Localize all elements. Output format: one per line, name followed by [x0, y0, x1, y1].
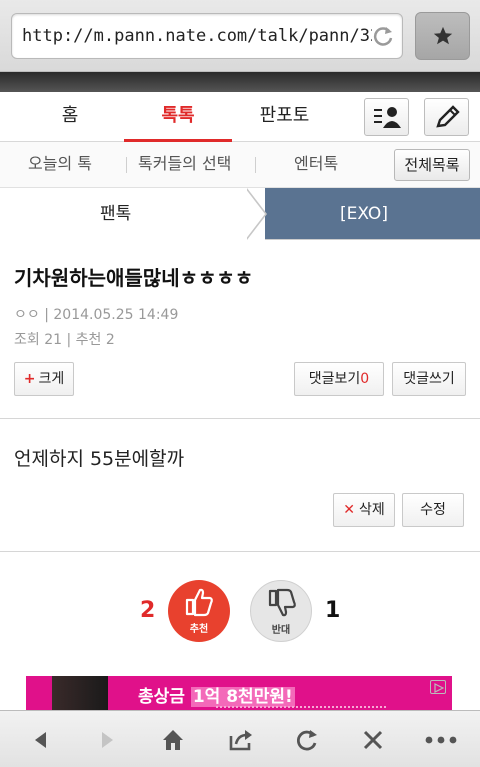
breadcrumb-arrow — [245, 188, 265, 240]
forward-icon[interactable] — [94, 727, 120, 753]
top-strip — [0, 72, 480, 92]
views-count: 21 — [44, 332, 63, 348]
recommend-count: 2 — [105, 332, 115, 348]
delete-button[interactable]: ✕ 삭제 — [333, 493, 395, 527]
divider — [255, 157, 256, 173]
main-nav: 홈 톡톡 판포토 — [0, 92, 480, 142]
url-text[interactable]: http://m.pann.nate.com/talk/pann/3227 — [22, 26, 372, 46]
comment-count: 0 — [360, 371, 370, 387]
subnav-talkers-choice[interactable]: 톡커들의 선택 — [138, 142, 231, 188]
delete-label: 삭제 — [358, 502, 385, 518]
upvote-count: 2 — [140, 598, 156, 623]
share-icon[interactable] — [228, 727, 254, 753]
divider — [0, 551, 480, 552]
subnav-enter-talk[interactable]: 엔터톡 — [294, 142, 338, 188]
ad-choices-icon[interactable] — [430, 680, 446, 694]
ad-text: 총상금 1억 8천만원! — [138, 682, 295, 707]
ad-text-highlight: 1억 8천만원! — [190, 687, 295, 707]
divider — [0, 418, 480, 419]
more-icon[interactable] — [424, 727, 458, 753]
browser-url-bar: http://m.pann.nate.com/talk/pann/3227 — [0, 0, 480, 72]
reload-icon[interactable] — [294, 727, 320, 753]
upvote-label: 추천 — [189, 624, 209, 635]
write-comment-button[interactable]: 댓글쓰기 — [392, 362, 466, 396]
downvote-label: 반대 — [271, 625, 291, 636]
reload-icon[interactable] — [372, 24, 394, 48]
sub-nav: 오늘의 톡 톡커들의 선택 엔터톡 전체목록 — [0, 142, 480, 188]
post-meta: ㅇㅇ | 2014.05.25 14:49 — [14, 304, 178, 324]
enlarge-text-button[interactable]: + 크게 — [14, 362, 74, 396]
ad-character-image — [52, 676, 108, 712]
plus-icon: + — [23, 371, 36, 387]
meta-separator: | — [66, 332, 76, 348]
star-icon — [433, 26, 453, 45]
breadcrumb-current[interactable]: [EXO] — [340, 188, 388, 240]
tab-pantoto[interactable]: 판포토 — [232, 92, 337, 142]
browser-toolbar — [0, 710, 480, 767]
breadcrumb: 팬톡 [EXO] — [0, 188, 480, 240]
post-datetime: 2014.05.25 14:49 — [53, 307, 179, 323]
downvote-button[interactable]: 반대 — [250, 580, 312, 642]
back-icon[interactable] — [28, 727, 54, 753]
view-comments-label: 댓글보기 — [308, 371, 361, 387]
home-icon[interactable] — [160, 727, 186, 753]
user-list-icon — [374, 107, 401, 128]
delete-icon: ✕ — [343, 502, 355, 518]
ad-banner[interactable]: 총상금 1억 8천만원! — [26, 676, 452, 712]
write-button[interactable] — [424, 98, 469, 136]
subnav-today-talk[interactable]: 오늘의 톡 — [28, 142, 92, 188]
url-field[interactable]: http://m.pann.nate.com/talk/pann/3227 — [11, 13, 403, 59]
tab-toktok[interactable]: 톡톡 — [124, 92, 232, 142]
view-comments-button[interactable]: 댓글보기0 — [294, 362, 384, 396]
all-list-button[interactable]: 전체목록 — [394, 149, 470, 181]
views-label: 조회 — [14, 332, 40, 348]
ad-text-prefix: 총상금 — [138, 687, 185, 707]
divider — [126, 157, 127, 173]
breadcrumb-parent-bg — [0, 188, 265, 240]
enlarge-label: 크게 — [38, 371, 65, 387]
close-icon[interactable] — [360, 727, 386, 753]
edit-button[interactable]: 수정 — [402, 493, 464, 527]
meta-separator: | — [44, 307, 49, 323]
pencil-icon — [436, 105, 460, 128]
tab-home[interactable]: 홈 — [20, 92, 120, 142]
post-author: ㅇㅇ — [14, 307, 40, 323]
post-title: 기차원하는애들많네ㅎㅎㅎㅎ — [14, 266, 254, 290]
downvote-count: 1 — [325, 598, 341, 623]
recommend-label: 추천 — [75, 332, 102, 348]
my-menu-button[interactable] — [364, 98, 409, 136]
thumbs-down-icon — [268, 588, 296, 617]
breadcrumb-parent[interactable]: 팬톡 — [100, 188, 131, 240]
thumbs-up-icon — [185, 588, 213, 617]
post-body: 언제하지 55분에할까 — [14, 448, 185, 470]
post-stats: 조회 21 | 추천 2 — [14, 329, 115, 349]
upvote-button[interactable]: 추천 — [168, 580, 230, 642]
bookmark-button[interactable] — [415, 12, 470, 60]
